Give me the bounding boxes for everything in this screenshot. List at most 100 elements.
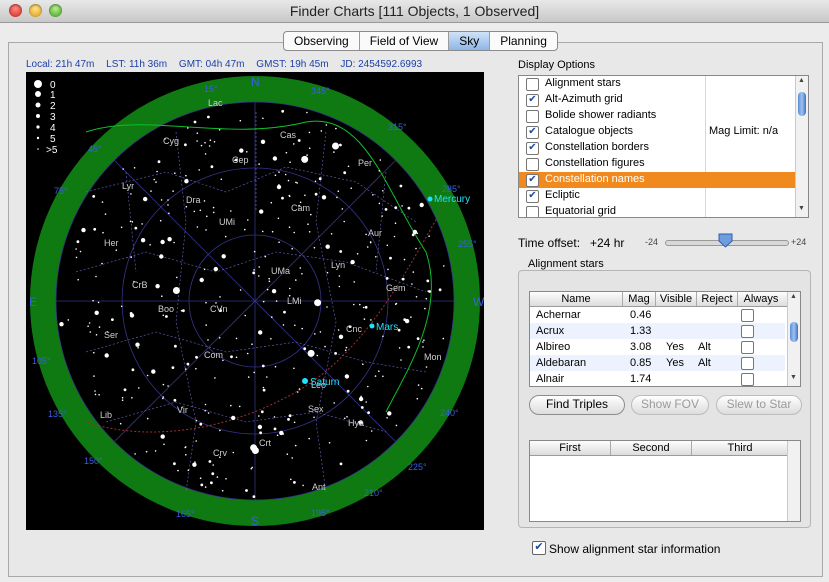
column-header-visible[interactable]: Visible <box>656 293 696 305</box>
column-header-first[interactable]: First <box>530 442 610 454</box>
option-label: Constellation figures <box>545 157 645 169</box>
option-checkbox[interactable]: ✔ <box>526 190 539 203</box>
star-name: Acrux <box>536 325 565 337</box>
show-fov-button[interactable]: Show FOV <box>631 395 709 415</box>
star <box>360 395 362 398</box>
star <box>259 209 264 214</box>
table-row[interactable]: Achernar 0.46 <box>530 307 785 323</box>
star <box>382 190 384 192</box>
star <box>200 144 203 147</box>
option-catalogue-objects[interactable]: ✔ Catalogue objects Mag Limit: n/a <box>519 124 796 140</box>
table-row[interactable]: Alnair 1.74 <box>530 371 785 386</box>
mercury-marker[interactable] <box>427 196 433 202</box>
scroll-thumb[interactable] <box>790 322 798 342</box>
star <box>81 227 86 233</box>
star <box>253 269 255 271</box>
star <box>423 339 425 342</box>
scroll-thumb[interactable] <box>798 92 806 116</box>
option-checkbox[interactable] <box>526 78 539 91</box>
column-header-third[interactable]: Third <box>692 442 788 454</box>
tab-planning[interactable]: Planning <box>490 32 557 50</box>
star <box>308 231 311 233</box>
star <box>143 196 148 202</box>
option-checkbox[interactable]: ✔ <box>526 174 539 187</box>
option-ecliptic[interactable]: ✔ Ecliptic <box>519 188 796 204</box>
option-checkbox[interactable] <box>526 206 539 217</box>
cardinal-west: W <box>473 295 484 309</box>
star <box>281 196 284 200</box>
constellation-name: Lyn <box>331 260 345 270</box>
star <box>251 343 253 346</box>
star <box>333 402 336 404</box>
option-alt-azimuth-grid[interactable]: ✔ Alt-Azimuth grid <box>519 92 796 108</box>
star <box>141 223 143 225</box>
scroll-down-icon[interactable]: ▼ <box>790 374 797 381</box>
star <box>115 249 118 251</box>
scroll-up-icon[interactable]: ▲ <box>790 293 797 300</box>
tab-field-of-view[interactable]: Field of View <box>360 32 450 50</box>
sky-chart[interactable]: 0 1 2 3 4 5 >5 N E S W 15° 345° 315° 285… <box>26 72 484 530</box>
option-checkbox[interactable] <box>526 158 539 171</box>
tab-observing[interactable]: Observing <box>284 32 360 50</box>
star <box>335 127 337 130</box>
time-offset-slider-knob[interactable] <box>718 233 733 248</box>
constellation-name: Gem <box>386 283 406 293</box>
star <box>146 417 149 420</box>
display-options-scrollbar[interactable]: ▲ ▼ <box>795 76 808 217</box>
star <box>400 359 402 361</box>
option-checkbox[interactable]: ✔ <box>526 94 539 107</box>
slew-to-star-button[interactable]: Slew to Star <box>716 395 802 415</box>
star <box>239 148 244 153</box>
mag-limit-value[interactable]: Mag Limit: n/a <box>709 125 778 137</box>
column-header-second[interactable]: Second <box>611 442 691 454</box>
show-info-checkbox[interactable]: ✔ <box>532 541 546 555</box>
alignment-table-scrollbar[interactable]: ▲ ▼ <box>787 292 800 386</box>
always-checkbox[interactable] <box>741 373 754 386</box>
scroll-up-icon[interactable]: ▲ <box>798 77 805 84</box>
column-header-always[interactable]: Always <box>738 293 784 305</box>
star <box>95 334 98 336</box>
table-row[interactable]: Acrux 1.33 <box>530 323 785 339</box>
mars-marker[interactable] <box>369 323 375 329</box>
star <box>310 213 312 216</box>
star <box>384 208 388 211</box>
option-equatorial-grid[interactable]: Equatorial grid <box>519 204 796 217</box>
star <box>92 299 94 302</box>
star <box>120 305 123 308</box>
always-checkbox[interactable] <box>741 341 754 354</box>
option-checkbox[interactable] <box>526 110 539 123</box>
display-options-list[interactable]: Alignment stars ✔ Alt-Azimuth grid Bolid… <box>518 75 809 218</box>
saturn-marker[interactable] <box>302 378 308 384</box>
option-constellation-borders[interactable]: ✔ Constellation borders <box>519 140 796 156</box>
tab-sky[interactable]: Sky <box>449 32 491 50</box>
star <box>425 366 428 368</box>
always-checkbox[interactable] <box>741 357 754 370</box>
triples-table[interactable]: First Second Third <box>529 440 801 522</box>
always-checkbox[interactable] <box>741 309 754 322</box>
table-row[interactable]: Aldebaran 0.85 Yes Alt <box>530 355 785 371</box>
azimuth-label: 135° <box>48 409 67 419</box>
legend-label: 2 <box>50 101 56 112</box>
option-alignment-stars[interactable]: Alignment stars <box>519 76 796 92</box>
star <box>416 397 419 400</box>
star <box>382 375 384 378</box>
option-checkbox[interactable]: ✔ <box>526 126 539 139</box>
star <box>163 443 165 446</box>
star <box>326 271 329 274</box>
alignment-stars-table[interactable]: Name Mag Visible Reject Always Achernar … <box>529 291 801 387</box>
constellation-borders <box>75 112 427 493</box>
option-checkbox[interactable]: ✔ <box>526 142 539 155</box>
column-header-name[interactable]: Name <box>530 293 622 305</box>
column-header-mag[interactable]: Mag <box>623 293 655 305</box>
table-row[interactable]: Albireo 3.08 Yes Alt <box>530 339 785 355</box>
option-constellation-names[interactable]: ✔ Constellation names <box>519 172 796 188</box>
column-header-reject[interactable]: Reject <box>697 293 737 305</box>
always-checkbox[interactable] <box>741 325 754 338</box>
option-constellation-figures[interactable]: Constellation figures <box>519 156 796 172</box>
star <box>134 453 136 455</box>
scroll-down-icon[interactable]: ▼ <box>798 205 805 212</box>
triples-table-scrollbar[interactable] <box>787 441 800 521</box>
option-bolide-shower-radiants[interactable]: Bolide shower radiants <box>519 108 796 124</box>
find-triples-button[interactable]: Find Triples <box>529 395 625 415</box>
star <box>381 215 384 217</box>
